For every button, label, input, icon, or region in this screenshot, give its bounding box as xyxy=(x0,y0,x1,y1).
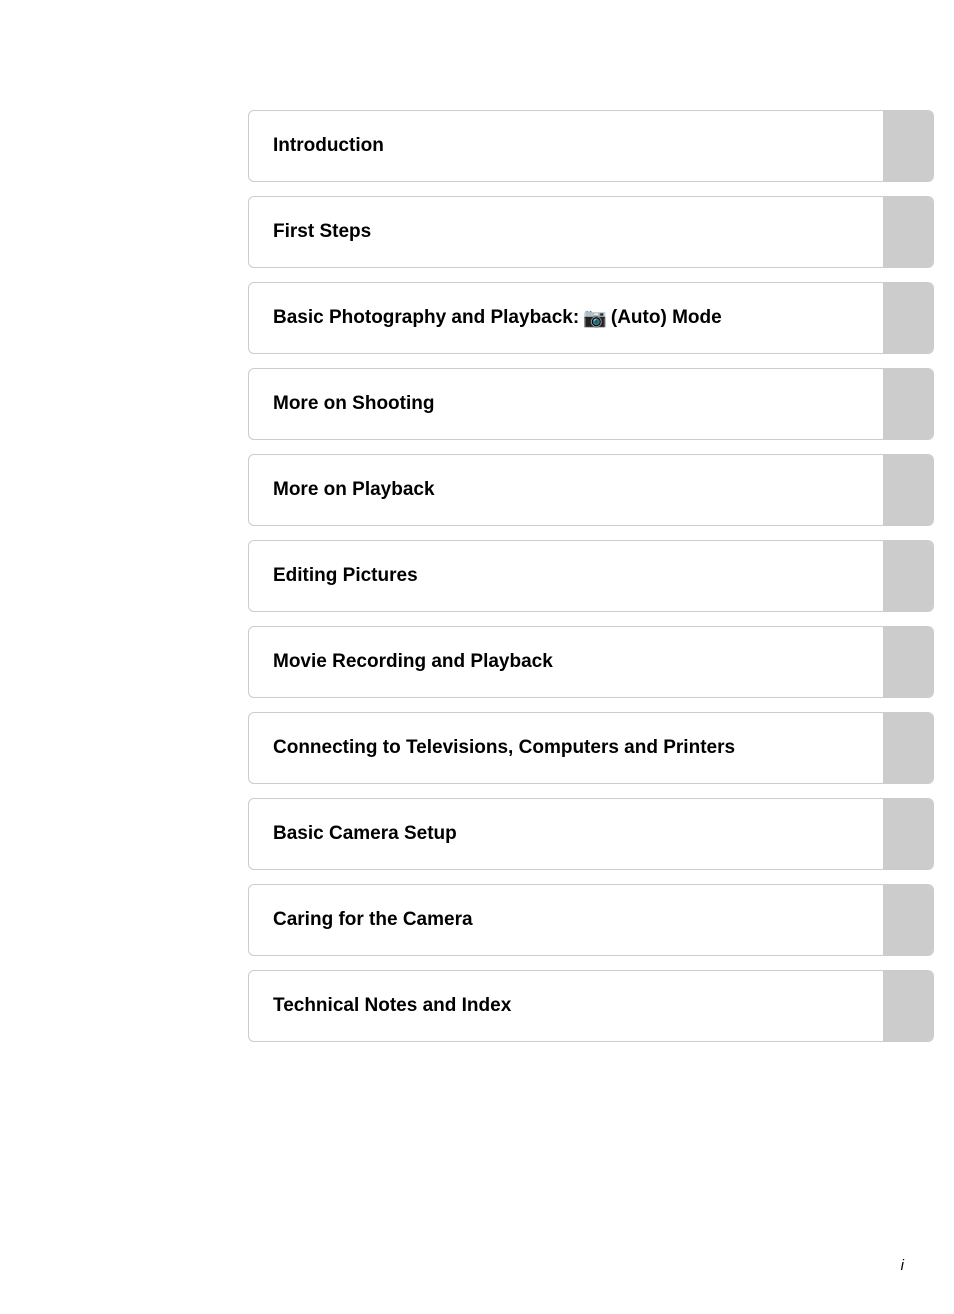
toc-text-basic-photography: Basic Photography and Playback: xyxy=(273,307,579,329)
toc-tab-introduction xyxy=(883,111,933,181)
page-number: i xyxy=(901,1257,904,1274)
toc-tab-basic-photography xyxy=(883,283,933,353)
toc-item-connecting[interactable]: Connecting to Televisions, Computers and… xyxy=(248,712,934,784)
toc-text-basic-setup: Basic Camera Setup xyxy=(273,823,457,845)
toc-label-basic-setup: Basic Camera Setup xyxy=(249,799,883,869)
toc-item-caring[interactable]: Caring for the Camera xyxy=(248,884,934,956)
toc-label-basic-photography: Basic Photography and Playback: 📷 (Auto)… xyxy=(249,283,883,353)
toc-item-technical[interactable]: Technical Notes and Index xyxy=(248,970,934,1042)
toc-text-connecting: Connecting to Televisions, Computers and… xyxy=(273,737,735,759)
toc-text-first-steps: First Steps xyxy=(273,221,371,243)
toc-label-editing: Editing Pictures xyxy=(249,541,883,611)
toc-text-basic-photography-suffix: (Auto) Mode xyxy=(611,307,722,329)
toc-item-more-shooting[interactable]: More on Shooting xyxy=(248,368,934,440)
toc-label-first-steps: First Steps xyxy=(249,197,883,267)
toc-label-more-shooting: More on Shooting xyxy=(249,369,883,439)
toc-tab-more-playback xyxy=(883,455,933,525)
toc-label-technical: Technical Notes and Index xyxy=(249,971,883,1041)
toc-item-introduction[interactable]: Introduction xyxy=(248,110,934,182)
toc-label-caring: Caring for the Camera xyxy=(249,885,883,955)
toc-text-more-shooting: More on Shooting xyxy=(273,393,434,415)
toc-label-introduction: Introduction xyxy=(249,111,883,181)
toc-text-caring: Caring for the Camera xyxy=(273,909,473,931)
toc-item-basic-photography[interactable]: Basic Photography and Playback: 📷 (Auto)… xyxy=(248,282,934,354)
toc-tab-more-shooting xyxy=(883,369,933,439)
page-container: Introduction First Steps Basic Photograp… xyxy=(0,0,954,1314)
toc-label-movie: Movie Recording and Playback xyxy=(249,627,883,697)
toc-label-more-playback: More on Playback xyxy=(249,455,883,525)
toc-tab-basic-setup xyxy=(883,799,933,869)
toc-text-editing: Editing Pictures xyxy=(273,565,418,587)
toc-item-editing[interactable]: Editing Pictures xyxy=(248,540,934,612)
toc-tab-first-steps xyxy=(883,197,933,267)
toc-tab-movie xyxy=(883,627,933,697)
toc-text-technical: Technical Notes and Index xyxy=(273,995,511,1017)
toc-item-basic-setup[interactable]: Basic Camera Setup xyxy=(248,798,934,870)
toc-text-more-playback: More on Playback xyxy=(273,479,435,501)
toc-item-first-steps[interactable]: First Steps xyxy=(248,196,934,268)
toc-tab-connecting xyxy=(883,713,933,783)
toc-label-connecting: Connecting to Televisions, Computers and… xyxy=(249,713,883,783)
toc-tab-caring xyxy=(883,885,933,955)
toc-item-more-playback[interactable]: More on Playback xyxy=(248,454,934,526)
toc-text-movie: Movie Recording and Playback xyxy=(273,651,553,673)
camera-icon: 📷 xyxy=(583,306,607,330)
toc-tab-editing xyxy=(883,541,933,611)
toc-text-introduction: Introduction xyxy=(273,135,384,157)
toc-list: Introduction First Steps Basic Photograp… xyxy=(248,110,934,1056)
toc-item-movie[interactable]: Movie Recording and Playback xyxy=(248,626,934,698)
toc-tab-technical xyxy=(883,971,933,1041)
